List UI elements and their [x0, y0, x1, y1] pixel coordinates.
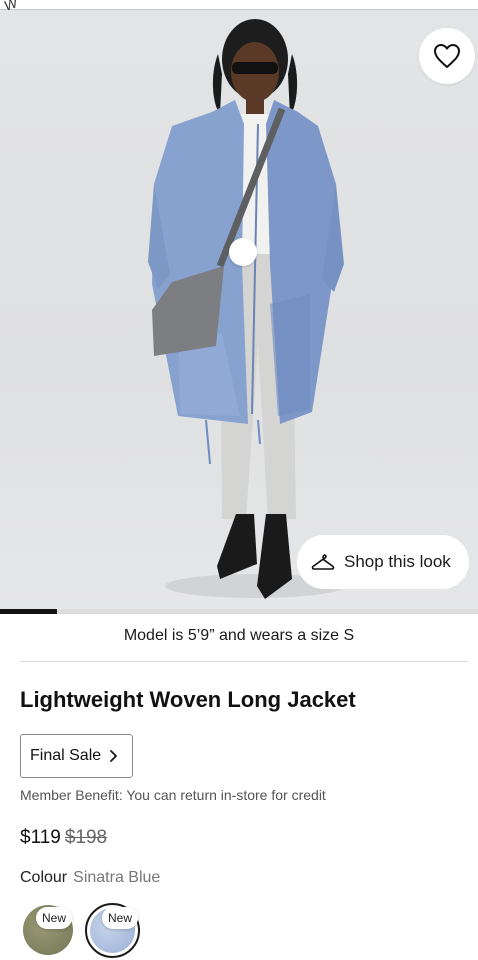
divider — [20, 661, 468, 662]
favorite-button[interactable] — [419, 28, 475, 84]
product-title: Lightweight Woven Long Jacket — [20, 687, 356, 712]
chevron-right-icon — [110, 750, 118, 762]
price: $119 $198 — [20, 827, 107, 849]
model-size-note: Model is 5’9” and wears a size S — [123, 627, 355, 644]
new-badge: New — [102, 907, 139, 929]
hanger-icon — [311, 554, 335, 570]
colour-label: Colour — [20, 869, 68, 886]
corner-text: W — [1, 0, 20, 14]
new-badge: New — [36, 907, 73, 929]
product-photo — [148, 19, 345, 599]
gallery-progress-fill — [0, 609, 57, 614]
top-edge-border — [0, 9, 478, 10]
final-sale-button[interactable]: Final Sale — [20, 734, 133, 778]
heart-icon — [434, 44, 460, 68]
price-current: $119 — [20, 827, 61, 848]
price-original: $198 — [64, 827, 108, 848]
shop-hotspot-dot[interactable] — [229, 238, 257, 266]
colour-value: Sinatra Blue — [73, 869, 161, 886]
final-sale-label: Final Sale — [30, 747, 102, 764]
gallery-progress-track — [0, 609, 478, 614]
colour-row: Colour Sinatra Blue — [20, 869, 160, 887]
top-edge — [0, 0, 478, 9]
member-benefit-text: Member Benefit: You can return in-store … — [20, 787, 326, 803]
shop-this-look-button[interactable]: Shop this look — [297, 535, 469, 589]
product-image-gallery[interactable]: W Shop this look — [0, 0, 478, 614]
shop-this-look-label: Shop this look — [344, 552, 451, 571]
